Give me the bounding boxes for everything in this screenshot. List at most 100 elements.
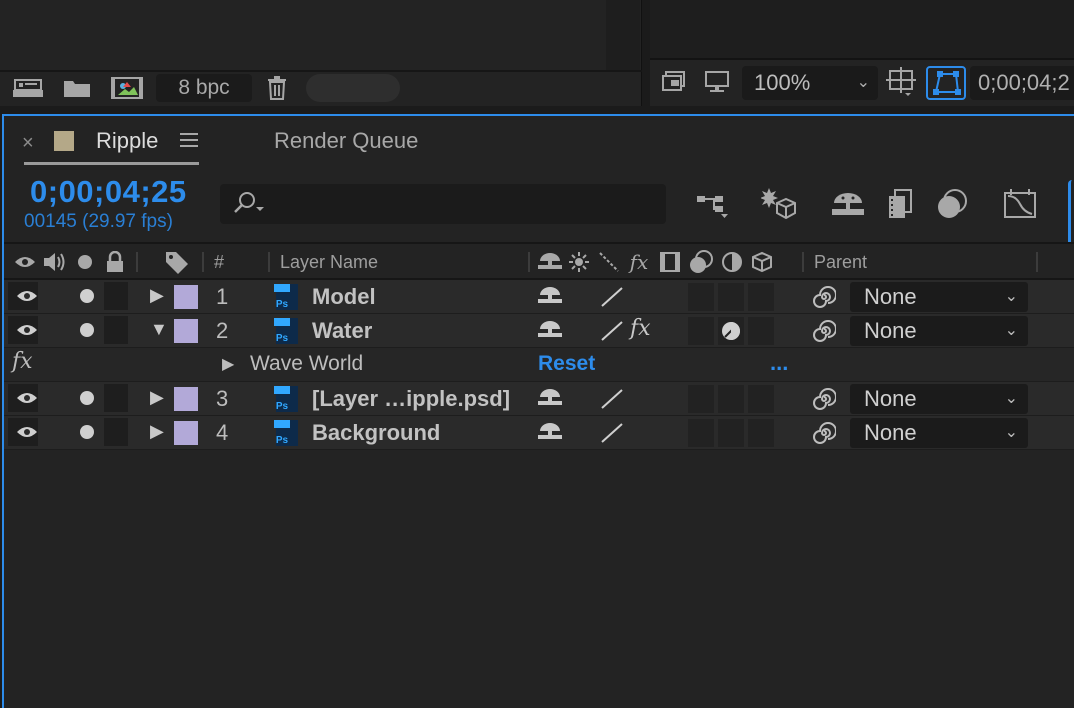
quality-switch-icon[interactable] — [600, 286, 624, 313]
display-icon[interactable] — [702, 68, 732, 96]
lock-cell[interactable] — [104, 282, 128, 310]
effect-name[interactable]: Wave World — [250, 352, 363, 376]
solo-icon[interactable] — [80, 323, 94, 337]
motion-blur-switch-icon[interactable] — [688, 250, 714, 274]
column-number[interactable]: # — [214, 252, 224, 273]
eye-icon[interactable] — [16, 391, 38, 410]
switch-cell[interactable] — [748, 419, 774, 447]
snapshot-icon[interactable] — [660, 68, 690, 96]
3d-layer-icon[interactable] — [750, 250, 774, 274]
shy-switch-icon[interactable] — [538, 388, 562, 413]
label-tag-icon[interactable] — [164, 250, 190, 274]
effect-fx-icon[interactable]: fx — [12, 349, 33, 374]
motion-blur-icon[interactable] — [934, 186, 970, 222]
collapse-transform-icon[interactable] — [568, 250, 590, 274]
expand-triangle-icon[interactable]: ▶ — [150, 285, 164, 306]
eye-icon[interactable] — [16, 289, 38, 308]
search-icon[interactable] — [232, 190, 268, 218]
solo-icon[interactable] — [80, 289, 94, 303]
quality-switch-icon[interactable] — [600, 388, 624, 415]
shy-layers-icon[interactable] — [830, 186, 866, 222]
parent-pickwhip-icon[interactable] — [812, 421, 837, 450]
switch-cell[interactable] — [748, 283, 774, 311]
mask-visibility-toggle[interactable] — [926, 66, 966, 100]
tab-ripple[interactable]: Ripple — [96, 128, 158, 154]
column-layer-name[interactable]: Layer Name — [280, 252, 378, 273]
effects-switch-icon[interactable]: fx — [630, 316, 651, 341]
layer-row-1[interactable]: ▶ 1 Ps Model None ⌄ — [4, 280, 1074, 314]
adjustment-switch-cell[interactable] — [718, 317, 744, 345]
graph-editor-icon[interactable] — [1000, 186, 1040, 222]
layer-row-3[interactable]: ▶ 3 Ps [Layer …ipple.psd] None ⌄ — [4, 382, 1074, 416]
layer-search-input[interactable] — [220, 184, 666, 224]
quality-switch-icon[interactable] — [600, 320, 624, 347]
layer-row-4[interactable]: ▶ 4 Ps Background None ⌄ — [4, 416, 1074, 450]
parent-dropdown[interactable]: None ⌄ — [850, 282, 1028, 312]
quality-icon[interactable] — [598, 250, 620, 274]
quality-switch-icon[interactable] — [600, 422, 624, 449]
current-timecode[interactable]: 0;00;04;25 — [30, 174, 187, 210]
switch-cell[interactable] — [688, 283, 714, 311]
collapse-triangle-icon[interactable]: ▼ — [150, 319, 168, 340]
layer-name[interactable]: Model — [312, 284, 376, 310]
eye-icon[interactable] — [16, 425, 38, 444]
close-icon[interactable]: × — [22, 132, 34, 155]
effect-more-link[interactable]: ... — [770, 350, 788, 376]
expand-triangle-icon[interactable]: ▶ — [222, 354, 234, 374]
region-of-interest-icon[interactable] — [884, 67, 918, 96]
column-parent[interactable]: Parent — [814, 252, 867, 273]
switch-cell[interactable] — [748, 317, 774, 345]
switch-cell[interactable] — [718, 385, 744, 413]
layer-name[interactable]: [Layer …ipple.psd] — [312, 386, 510, 412]
switch-cell[interactable] — [688, 317, 714, 345]
shy-switch-icon[interactable] — [538, 422, 562, 447]
shy-switch-icon[interactable] — [538, 250, 562, 274]
reset-link[interactable]: Reset — [538, 352, 595, 376]
expand-triangle-icon[interactable]: ▶ — [150, 387, 164, 408]
project-scrollbar[interactable] — [606, 0, 640, 72]
switch-cell[interactable] — [748, 385, 774, 413]
adjustment-layer-icon[interactable] — [720, 250, 744, 274]
tab-render-queue[interactable]: Render Queue — [274, 128, 418, 154]
parent-dropdown[interactable]: None ⌄ — [850, 418, 1028, 448]
audio-icon[interactable] — [42, 250, 68, 274]
draft-3d-icon[interactable] — [760, 186, 798, 222]
new-composition-icon[interactable] — [108, 76, 146, 100]
parent-dropdown[interactable]: None ⌄ — [850, 384, 1028, 414]
solo-icon[interactable] — [76, 250, 94, 274]
solo-icon[interactable] — [80, 425, 94, 439]
eye-icon[interactable] — [16, 323, 38, 342]
expand-triangle-icon[interactable]: ▶ — [150, 421, 164, 442]
parent-pickwhip-icon[interactable] — [812, 387, 837, 416]
composition-mini-flowchart-icon[interactable] — [694, 186, 732, 222]
panel-menu-icon[interactable] — [180, 133, 198, 151]
lock-cell[interactable] — [104, 384, 128, 412]
zoom-dropdown[interactable]: 100% ⌄ — [742, 66, 878, 100]
shy-switch-icon[interactable] — [538, 320, 562, 345]
label-color-swatch[interactable] — [174, 319, 198, 343]
label-color-swatch[interactable] — [174, 285, 198, 309]
frame-blending-icon[interactable] — [884, 186, 916, 222]
switch-cell[interactable] — [688, 419, 714, 447]
lock-icon[interactable] — [104, 250, 126, 274]
label-color-swatch[interactable] — [174, 421, 198, 445]
eye-icon[interactable] — [14, 250, 36, 274]
shy-switch-icon[interactable] — [538, 286, 562, 311]
viewer-current-time[interactable]: 0;00;04;2 — [970, 66, 1074, 100]
trash-icon[interactable] — [264, 76, 290, 100]
layer-row-2[interactable]: ▼ 2 Ps Water fx None ⌄ — [4, 314, 1074, 348]
switch-cell[interactable] — [718, 283, 744, 311]
solo-icon[interactable] — [80, 391, 94, 405]
effect-row[interactable]: fx ▶ Wave World Reset ... — [4, 348, 1074, 382]
lock-cell[interactable] — [104, 316, 128, 344]
frame-blend-switch-icon[interactable] — [658, 250, 682, 274]
bit-depth-button[interactable]: 8 bpc — [156, 74, 252, 102]
switch-cell[interactable] — [688, 385, 714, 413]
layer-name[interactable]: Background — [312, 420, 440, 446]
label-color-swatch[interactable] — [174, 387, 198, 411]
effects-switch-icon[interactable]: fx — [626, 250, 652, 274]
interpret-footage-icon[interactable] — [10, 76, 46, 100]
lock-cell[interactable] — [104, 418, 128, 446]
parent-pickwhip-icon[interactable] — [812, 285, 837, 314]
project-scroll-pill[interactable] — [306, 74, 400, 102]
